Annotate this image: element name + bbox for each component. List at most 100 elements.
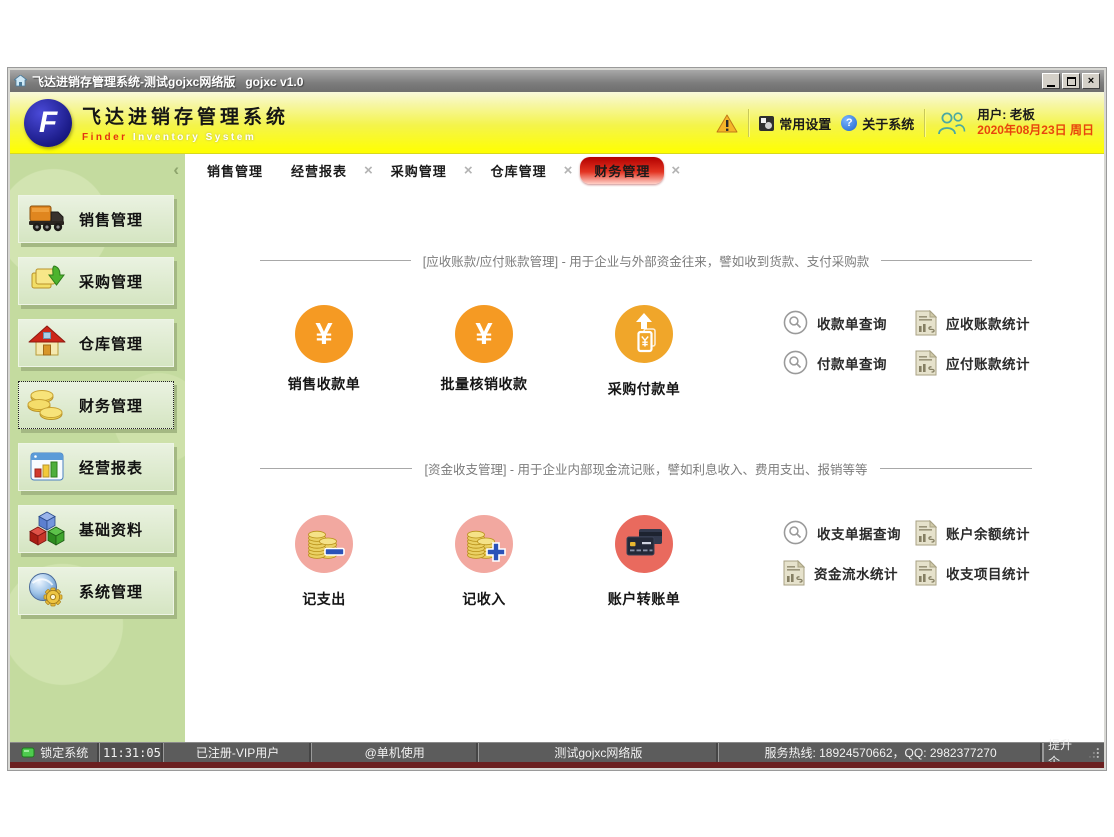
minimize-icon [1047, 85, 1055, 87]
link-label: 收款单查询 [817, 313, 887, 333]
link-payables-stats[interactable]: 应付账款统计 [915, 350, 1030, 376]
tab-close-icon[interactable]: × [564, 163, 573, 178]
coins-icon [27, 385, 67, 425]
header-divider [924, 109, 925, 137]
link-payment-query[interactable]: 付款单查询 [783, 350, 887, 375]
sidebar-item-reports[interactable]: 经营报表 [18, 443, 174, 491]
big-item-label: 销售收款单 [263, 374, 385, 394]
titlebar[interactable]: 飞达进销存管理系统-测试gojxc网络版 gojxc v1.0 × [10, 70, 1104, 92]
tab-close-icon[interactable]: × [364, 163, 373, 178]
status-time: 11:31:05 [100, 743, 164, 762]
sidebar-item-purchase[interactable]: 采购管理 [18, 257, 174, 305]
divider-line [260, 468, 412, 469]
divider-line [260, 260, 411, 261]
report-icon [915, 560, 937, 586]
resize-grip-icon[interactable] [1088, 747, 1100, 759]
section-header-cashflow: [资金收支管理] - 用于企业内部现金流记账，譬如利息收入、费用支出、报销等等 [260, 459, 1032, 478]
big-item-batch-writeoff[interactable]: ¥ 批量核销收款 [423, 305, 545, 394]
about-label: 关于系统 [862, 114, 914, 133]
tab-label: 仓库管理 [481, 157, 557, 184]
section-header-receivables: [应收账款/应付账款管理] - 用于企业与外部资金往来，譬如收到货款、支付采购款 [260, 251, 1032, 270]
sidebar: ‹ 销售管理 采购管理 [10, 154, 185, 742]
lock-icon [21, 747, 35, 758]
link-label: 应收账款统计 [946, 313, 1030, 333]
yen-circle-icon: ¥ [295, 305, 353, 363]
lock-system-button[interactable]: 锁定系统 [10, 743, 100, 762]
sidebar-item-finance[interactable]: 财务管理 [18, 381, 174, 429]
report-icon [783, 560, 805, 586]
tab-close-icon[interactable]: × [464, 163, 473, 178]
tab-reports[interactable]: 经营报表 × [281, 157, 373, 184]
app-window: 飞达进销存管理系统-测试gojxc网络版 gojxc v1.0 × F 飞达进销… [8, 68, 1106, 770]
link-receipt-query[interactable]: 收款单查询 [783, 310, 887, 335]
yen-circle-icon: ¥ [455, 305, 513, 363]
settings-button[interactable]: 常用设置 [759, 114, 831, 133]
sidebar-item-sales[interactable]: 销售管理 [18, 195, 174, 243]
window-title: 飞达进销存管理系统-测试gojxc网络版 gojxc v1.0 [32, 73, 303, 90]
app-logo: F [24, 99, 72, 147]
sidebar-item-label: 财务管理 [79, 395, 143, 416]
status-promo[interactable]: 提升企 [1043, 743, 1104, 762]
section-title: [资金收支管理] - 用于企业内部现金流记账，譬如利息收入、费用支出、报销等等 [412, 459, 879, 478]
statusbar: 锁定系统 11:31:05 已注册-VIP用户 @单机使用 测试gojxc网络版… [10, 742, 1104, 762]
pay-upload-icon [615, 305, 673, 363]
coins-minus-icon [295, 515, 353, 573]
report-icon [915, 350, 937, 376]
tab-label: 经营报表 [281, 157, 357, 184]
section-title: [应收账款/应付账款管理] - 用于企业与外部资金往来，譬如收到货款、支付采购款 [411, 251, 882, 270]
app-subtitle: Finder Inventory System [82, 132, 289, 143]
link-label: 账户余额统计 [946, 523, 1030, 543]
lock-label: 锁定系统 [40, 744, 88, 761]
user-label: 用户: 老板 [977, 108, 1094, 124]
sidebar-collapse-icon[interactable]: ‹ [173, 160, 179, 180]
logo-letter: F [39, 106, 57, 140]
link-label: 收支单据查询 [817, 523, 901, 543]
big-item-sales-receipt[interactable]: ¥ 销售收款单 [263, 305, 385, 394]
house-icon [27, 323, 67, 363]
close-icon: × [1088, 76, 1094, 87]
status-license: 已注册-VIP用户 [164, 743, 311, 762]
link-account-balance-stats[interactable]: 账户余额统计 [915, 520, 1030, 546]
big-item-label: 批量核销收款 [423, 374, 545, 394]
sidebar-item-system[interactable]: 系统管理 [18, 567, 174, 615]
minimize-button[interactable] [1042, 73, 1060, 89]
link-income-expense-item-stats[interactable]: 收支项目统计 [915, 560, 1030, 586]
maximize-icon [1067, 77, 1076, 86]
big-item-account-transfer[interactable]: 账户转账单 [583, 515, 705, 609]
maximize-button[interactable] [1062, 73, 1080, 89]
link-label: 应付账款统计 [946, 353, 1030, 373]
tab-close-icon[interactable]: × [671, 163, 680, 178]
warning-icon[interactable] [716, 114, 738, 133]
sidebar-item-label: 经营报表 [79, 457, 143, 478]
big-item-label: 账户转账单 [583, 589, 705, 609]
big-item-record-income[interactable]: 记收入 [423, 515, 545, 609]
status-mode: @单机使用 [312, 743, 479, 762]
brand-block: 飞达进销存管理系统 Finder Inventory System [82, 102, 289, 143]
sidebar-item-basedata[interactable]: 基础资料 [18, 505, 174, 553]
tab-warehouse[interactable]: 仓库管理 × [481, 157, 573, 184]
settings-icon [759, 116, 774, 131]
status-edition: 测试gojxc网络版 [479, 743, 719, 762]
search-icon [783, 310, 808, 335]
tab-finance[interactable]: 财务管理 × [580, 157, 680, 184]
bar-chart-window-icon [27, 447, 67, 487]
tab-sales[interactable]: 销售管理 [197, 157, 273, 184]
divider-line [880, 468, 1032, 469]
big-item-label: 记支出 [263, 589, 385, 609]
tab-purchase[interactable]: 采购管理 × [381, 157, 473, 184]
sidebar-item-label: 销售管理 [79, 209, 143, 230]
sidebar-item-label: 基础资料 [79, 519, 143, 540]
truck-icon [27, 199, 67, 239]
main-panel: [应收账款/应付账款管理] - 用于企业与外部资金往来，譬如收到货款、支付采购款… [185, 187, 1104, 742]
cubes-icon [27, 509, 67, 549]
about-button[interactable]: ? 关于系统 [841, 114, 914, 133]
big-item-purchase-payment[interactable]: 采购付款单 [583, 305, 705, 399]
big-item-record-expense[interactable]: 记支出 [263, 515, 385, 609]
sidebar-item-warehouse[interactable]: 仓库管理 [18, 319, 174, 367]
import-arrow-icon [27, 261, 67, 301]
close-button[interactable]: × [1082, 73, 1100, 89]
link-cashflow-doc-query[interactable]: 收支单据查询 [783, 520, 901, 545]
link-cashflow-stats[interactable]: 资金流水统计 [783, 560, 898, 586]
link-receivables-stats[interactable]: 应收账款统计 [915, 310, 1030, 336]
content-region: ‹ 销售管理 采购管理 [10, 154, 1104, 742]
